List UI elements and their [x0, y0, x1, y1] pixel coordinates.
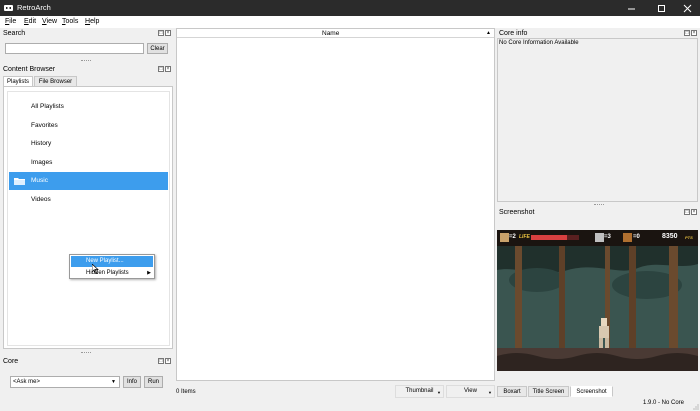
tab-boxart[interactable]: Boxart	[497, 386, 527, 397]
menu-tools[interactable]: Tools	[62, 18, 78, 25]
window-title: RetroArch	[17, 3, 51, 12]
game-scene-image	[497, 230, 698, 371]
core-info-text: No Core Information Available	[499, 40, 579, 46]
close-icon[interactable]: ×	[165, 66, 171, 72]
close-icon[interactable]: ×	[691, 209, 697, 215]
splitter-handle[interactable]	[81, 352, 91, 354]
core-dock-controls: □ ×	[158, 358, 171, 364]
close-icon[interactable]: ×	[165, 30, 171, 36]
splitter-handle[interactable]	[81, 60, 91, 62]
run-button[interactable]: Run	[144, 376, 163, 388]
view-menu-button[interactable]: View ▼	[446, 385, 495, 398]
info-button[interactable]: Info	[123, 376, 141, 388]
menu-edit[interactable]: Edit	[24, 18, 36, 25]
close-icon	[683, 4, 691, 12]
minimize-button[interactable]	[616, 0, 646, 16]
tab-title-screen[interactable]: Title Screen	[528, 386, 569, 397]
undock-icon[interactable]: □	[158, 66, 164, 72]
screenshot-panel-title: Screenshot	[499, 209, 535, 216]
playlist-item-history[interactable]: History	[9, 135, 168, 153]
menu-bar: File Edit View Tools Help	[0, 16, 700, 28]
playlist-item-all[interactable]: All Playlists	[9, 98, 168, 116]
search-input[interactable]	[5, 43, 144, 54]
maximize-icon	[657, 4, 665, 12]
hud-weapon-count: =3	[604, 234, 611, 240]
column-header-name[interactable]: Name ▲	[177, 29, 494, 38]
hud-score-unit: PTS	[685, 235, 693, 240]
resize-grip-icon[interactable]	[692, 403, 699, 410]
mouse-cursor-icon	[92, 264, 99, 274]
search-panel-title: Search	[3, 30, 26, 37]
view-mode-select[interactable]: Thumbnail ▼	[395, 385, 444, 398]
splitter-handle[interactable]	[594, 204, 604, 206]
menu-view[interactable]: View	[42, 18, 57, 25]
sort-arrow-icon: ▲	[486, 30, 491, 36]
playlist-item-videos[interactable]: Videos	[9, 191, 168, 209]
playlist-item-favorites[interactable]: Favorites	[9, 117, 168, 135]
minimize-icon	[627, 8, 635, 9]
content-table[interactable]: Name ▲	[176, 28, 495, 381]
game-screenshot: =2 LIFE =3 =0 8350 PTS	[497, 230, 698, 371]
playlist-context-menu: New Playlist... Hidden Playlists ▶	[69, 254, 155, 279]
title-bar: RetroArch	[0, 0, 700, 16]
retroarch-logo-icon	[4, 5, 13, 11]
core-select[interactable]: <Ask me> ▼	[10, 376, 120, 388]
tab-screenshot[interactable]: Screenshot	[570, 386, 613, 397]
content-browser-dock-controls: □ ×	[158, 66, 171, 72]
menu-item-hidden-playlists[interactable]: Hidden Playlists ▶	[71, 268, 153, 279]
menu-item-new-playlist[interactable]: New Playlist...	[71, 256, 153, 267]
chevron-down-icon: ▼	[111, 379, 116, 385]
playlist-list: All Playlists Favorites History Images M…	[7, 91, 170, 346]
playlist-pane: All Playlists Favorites History Images M…	[3, 86, 173, 349]
menu-help[interactable]: Help	[85, 18, 99, 25]
core-info-pane: No Core Information Available	[497, 38, 698, 202]
close-icon[interactable]: ×	[691, 30, 697, 36]
folder-icon	[14, 178, 25, 185]
core-panel-title: Core	[3, 358, 19, 365]
content-browser-title: Content Browser	[3, 66, 56, 73]
submenu-arrow-icon: ▶	[147, 270, 151, 276]
hud-item-count: =0	[633, 234, 640, 240]
close-icon[interactable]: ×	[165, 358, 171, 364]
close-button[interactable]	[672, 0, 700, 16]
undock-icon[interactable]: □	[158, 358, 164, 364]
chevron-down-icon: ▼	[437, 390, 441, 395]
status-version: 1.9.0 - No Core	[643, 400, 685, 406]
core-info-dock-controls: □ ×	[684, 30, 697, 36]
chevron-down-icon: ▼	[488, 390, 492, 395]
playlist-item-music[interactable]: Music	[9, 172, 168, 190]
undock-icon[interactable]: □	[158, 30, 164, 36]
hud-score: 8350	[662, 233, 678, 240]
playlist-item-images[interactable]: Images	[9, 154, 168, 172]
clear-button[interactable]: Clear	[147, 43, 168, 54]
item-count: 0 Items	[176, 389, 196, 395]
hud-lives: =2	[509, 234, 516, 240]
screenshot-dock-controls: □ ×	[684, 209, 697, 215]
undock-icon[interactable]: □	[684, 30, 690, 36]
search-dock-controls: □ ×	[158, 30, 171, 36]
menu-file[interactable]: File	[5, 18, 16, 25]
undock-icon[interactable]: □	[684, 209, 690, 215]
core-info-title: Core info	[499, 30, 528, 37]
hud-life-label: LIFE	[519, 234, 530, 240]
